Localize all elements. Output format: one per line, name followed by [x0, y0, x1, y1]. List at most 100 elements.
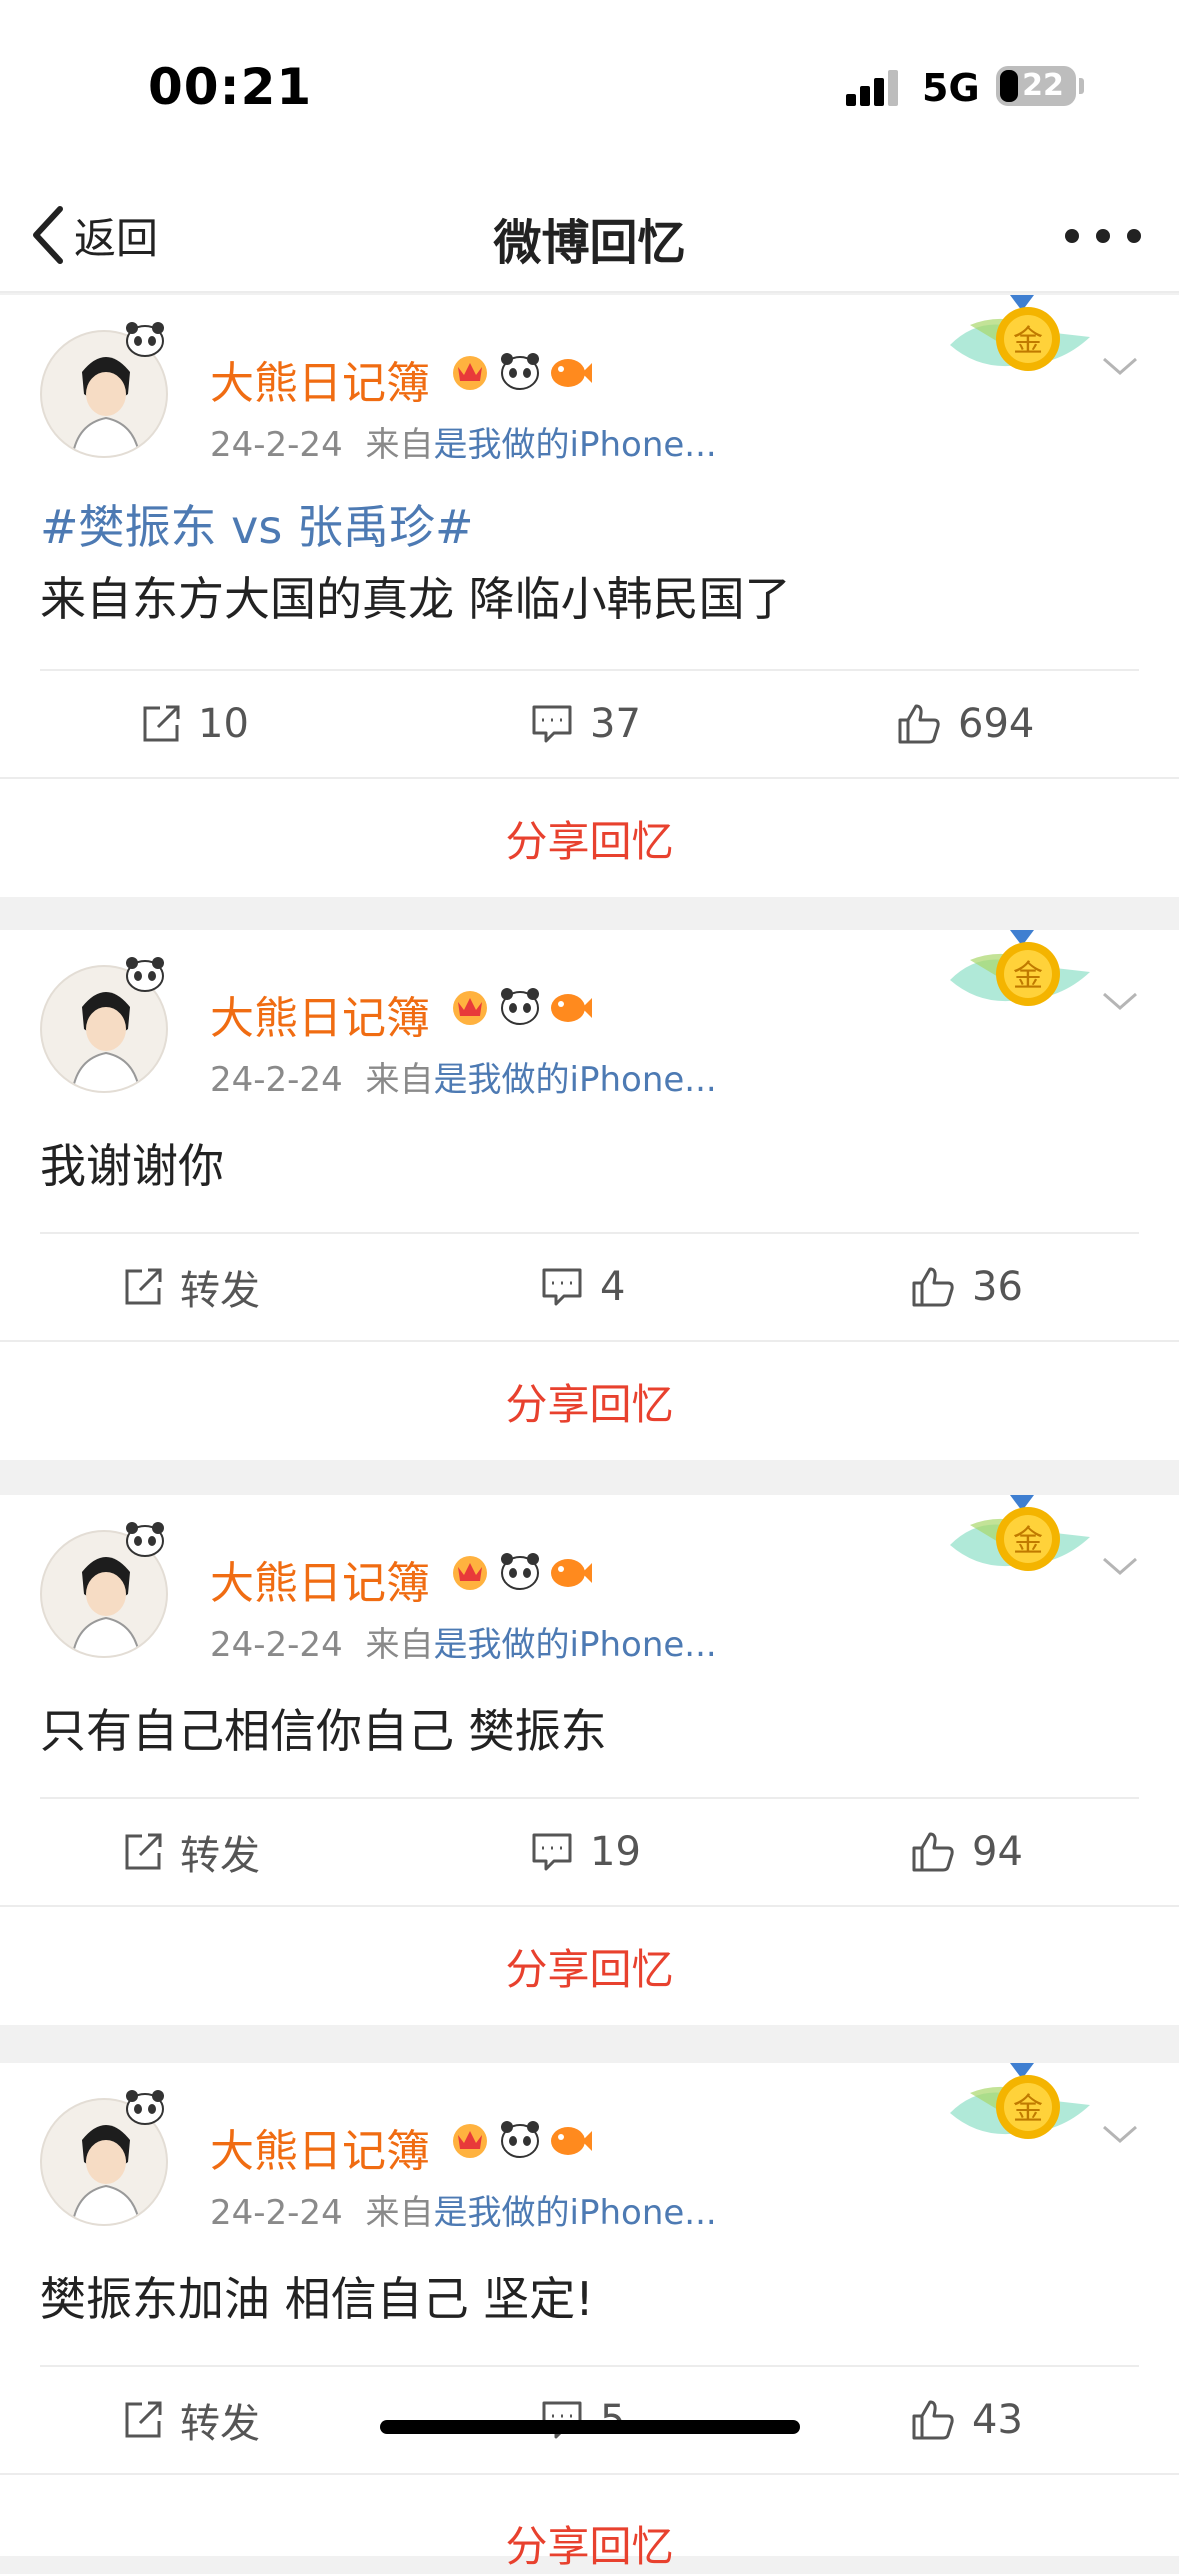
panda-badge-icon [501, 2121, 539, 2158]
like-icon [912, 1832, 954, 1872]
comment-button[interactable]: 4 [540, 1234, 625, 1340]
post-source[interactable]: 是我做的iPhone... [434, 1625, 717, 1665]
repost-icon [125, 2401, 162, 2438]
panda-badge-icon [501, 988, 539, 1025]
post-meta: 24-2-24 来自是我做的iPhone... [210, 417, 717, 466]
user-badges [448, 2117, 592, 2165]
dropdown-icon[interactable] [1098, 2119, 1142, 2149]
repost-button[interactable]: 转发 [122, 2367, 260, 2473]
fish-badge-icon [551, 2127, 592, 2155]
post-card[interactable]: 大熊日记簿 24-2-24 来自是我做的iPhone... [0, 2063, 1179, 2473]
crown-badge-icon [453, 1556, 487, 1590]
share-memory-label: 分享回忆 [505, 1944, 674, 1994]
like-count: 694 [958, 701, 1035, 747]
dropdown-icon[interactable] [1098, 1551, 1142, 1581]
share-memory-button[interactable]: 分享回忆 [0, 777, 1179, 897]
like-button[interactable]: 36 [910, 1234, 1023, 1340]
panda-badge-icon [126, 957, 164, 992]
post-text: #樊振东 vs 张禹珍# 来自东方大国的真龙 降临小韩民国了 [40, 491, 1140, 635]
status-bar: 00:21 5G 22 [0, 0, 1179, 175]
post-card[interactable]: 大熊日记簿 24-2-24 来自是我做的iPhone... [0, 1495, 1179, 1905]
share-memory-label: 分享回忆 [505, 816, 674, 866]
crown-badge-icon [453, 356, 487, 390]
source-prefix: 来自 [365, 1625, 434, 1665]
share-memory-button[interactable]: 分享回忆 [0, 1340, 1179, 1460]
repost-button[interactable]: 10 [140, 671, 249, 777]
like-button[interactable]: 94 [910, 1799, 1023, 1905]
action-bar: 转发 5 43 [40, 2365, 1139, 2473]
username[interactable]: 大熊日记簿 [210, 982, 430, 1046]
post-text: 我谢谢你 [40, 1130, 1140, 1202]
repost-button[interactable]: 转发 [122, 1799, 260, 1905]
share-memory-button[interactable]: 分享回忆 [0, 2473, 1179, 2571]
share-memory-label: 分享回忆 [505, 2522, 674, 2571]
like-button[interactable]: 694 [896, 671, 1034, 777]
action-bar: 转发 4 36 [40, 1232, 1139, 1340]
post-body: 我谢谢你 [40, 1139, 224, 1193]
comment-icon [542, 1268, 582, 1306]
source-prefix: 来自 [365, 2193, 434, 2233]
source-prefix: 来自 [365, 1060, 434, 1100]
repost-button[interactable]: 转发 [122, 1234, 260, 1340]
share-memory-button[interactable]: 分享回忆 [0, 1905, 1179, 2025]
like-count: 43 [972, 2397, 1023, 2443]
repost-icon [125, 1268, 162, 1305]
username[interactable]: 大熊日记簿 [210, 1547, 430, 1611]
repost-label: 转发 [180, 1833, 260, 1879]
medal-icon: 金 [950, 930, 1090, 1006]
post-meta: 24-2-24 来自是我做的iPhone... [210, 1052, 717, 1101]
panda-badge-icon [126, 1522, 164, 1557]
post-date: 24-2-24 [210, 1060, 343, 1100]
post-card[interactable]: 大熊日记簿 24-2-24 来自是我做的iPhone... [0, 930, 1179, 1340]
post-text: 只有自己相信你自己 樊振东 [40, 1695, 1140, 1767]
post-source[interactable]: 是我做的iPhone... [434, 425, 717, 465]
repost-icon [125, 1833, 162, 1870]
post-text: 樊振东加油 相信自己 坚定! [40, 2263, 1140, 2335]
comment-button[interactable]: 37 [530, 671, 641, 777]
dropdown-icon[interactable] [1098, 351, 1142, 381]
post-meta: 24-2-24 来自是我做的iPhone... [210, 1617, 717, 1666]
medal-glyph: 金 [1013, 2092, 1043, 2127]
action-bar: 10 37 694 [40, 669, 1139, 777]
panda-badge-icon [126, 322, 164, 357]
post-card[interactable]: 大熊日记簿 24-2-24 来自是我做的iPhone... [0, 295, 1179, 777]
post-source[interactable]: 是我做的iPhone... [434, 1060, 717, 1100]
post-body: 樊振东加油 相信自己 坚定! [40, 2272, 594, 2326]
nav-bar: 返回 微博回忆 [0, 175, 1179, 293]
user-badges [448, 984, 592, 1032]
fish-badge-icon [551, 1559, 592, 1587]
repost-count: 10 [198, 701, 249, 747]
like-icon [898, 704, 940, 744]
home-indicator[interactable] [380, 2420, 800, 2434]
fish-badge-icon [551, 994, 592, 1022]
comment-button[interactable]: 19 [530, 1799, 641, 1905]
username[interactable]: 大熊日记簿 [210, 2115, 430, 2179]
post-body: 只有自己相信你自己 樊振东 [40, 1704, 607, 1758]
like-count: 36 [972, 1264, 1023, 1310]
post-source[interactable]: 是我做的iPhone... [434, 2193, 717, 2233]
more-icon[interactable] [1058, 211, 1148, 261]
post-date: 24-2-24 [210, 1625, 343, 1665]
comment-count: 19 [590, 1829, 641, 1875]
medal-icon: 金 [950, 2063, 1090, 2139]
comment-count: 37 [590, 701, 641, 747]
fish-badge-icon [551, 359, 592, 387]
battery-tip [1079, 78, 1084, 94]
user-badges [448, 1549, 592, 1597]
signal-icon [846, 70, 898, 106]
like-icon [912, 1267, 954, 1307]
dropdown-icon[interactable] [1098, 986, 1142, 1016]
battery-icon: 22 [996, 66, 1076, 106]
like-button[interactable]: 43 [910, 2367, 1023, 2473]
username[interactable]: 大熊日记簿 [210, 347, 430, 411]
topic-link[interactable]: #樊振东 vs 张禹珍# [40, 491, 1140, 563]
comment-count: 4 [600, 1264, 626, 1310]
medal-glyph: 金 [1013, 324, 1043, 359]
like-count: 94 [972, 1829, 1023, 1875]
panda-badge-icon [126, 2090, 164, 2125]
medal-glyph: 金 [1013, 1524, 1043, 1559]
repost-label: 转发 [180, 2401, 260, 2447]
like-icon [912, 2400, 954, 2440]
source-prefix: 来自 [365, 425, 434, 465]
crown-badge-icon [453, 991, 487, 1025]
